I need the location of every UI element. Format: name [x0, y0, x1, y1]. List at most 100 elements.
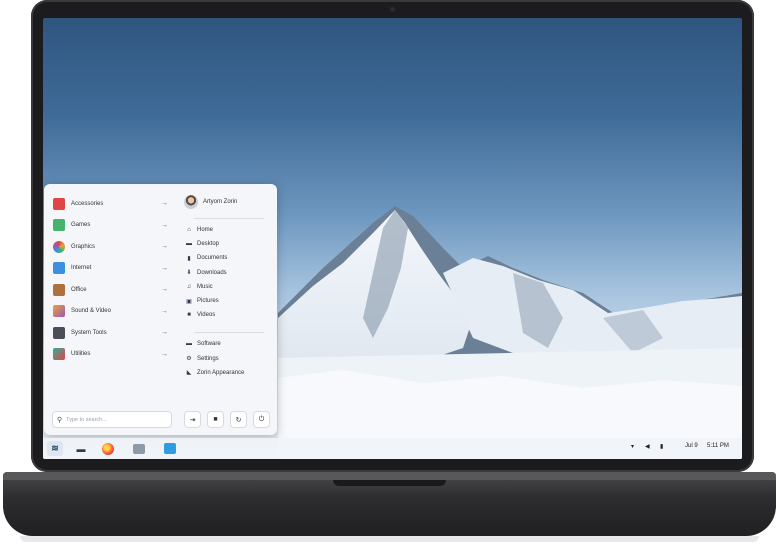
logout-button[interactable]: ⇥	[184, 411, 201, 428]
place-label: Videos	[197, 312, 216, 319]
place-label: Software	[197, 341, 221, 348]
place-label: Settings	[197, 355, 219, 362]
taskbar-files-button[interactable]: ▬	[73, 441, 89, 456]
place-pictures[interactable]: ▣ Pictures	[184, 294, 274, 308]
power-button[interactable]: ⏻	[253, 411, 270, 428]
places-list: Artyom Zorin ⌂ Home ▬ Desktop ▮ Document…	[184, 192, 274, 380]
utilities-icon	[53, 348, 65, 361]
videos-icon: ■	[187, 312, 191, 319]
battery-icon[interactable]: ▮	[660, 443, 663, 450]
clock-time[interactable]: 5:11 PM	[707, 443, 729, 449]
place-label: Zorin Appearance	[197, 369, 245, 376]
category-graphics[interactable]: Graphics →	[53, 236, 168, 258]
system-settings[interactable]: ⚙ Settings	[184, 352, 274, 366]
downloads-icon: ⬇	[186, 270, 192, 277]
logout-icon: ⇥	[189, 416, 196, 424]
place-desktop[interactable]: ▬ Desktop	[184, 237, 274, 251]
taskbar-software-button[interactable]	[162, 441, 178, 456]
laptop-lid: Accessories → Games → Graphics → Interne…	[31, 0, 754, 472]
hinge	[3, 472, 776, 480]
system-zorin-appearance[interactable]: ◣ Zorin Appearance	[184, 366, 274, 380]
category-label: Internet	[71, 265, 92, 272]
zorin-menu: Accessories → Games → Graphics → Interne…	[44, 184, 277, 435]
search-input[interactable]: ⚲ Type to search...	[52, 411, 172, 428]
place-label: Pictures	[197, 298, 219, 305]
category-games[interactable]: Games →	[53, 215, 168, 237]
arrow-right-icon: →	[161, 221, 168, 229]
home-icon: ⌂	[187, 227, 191, 234]
category-label: Sound & Video	[71, 308, 111, 315]
category-label: Utilities	[71, 351, 91, 358]
lock-button[interactable]: ■	[207, 411, 224, 428]
system-tools-icon	[53, 326, 65, 339]
pictures-icon: ▣	[186, 298, 192, 305]
place-music[interactable]: ♫ Music	[184, 280, 274, 294]
arrow-right-icon: →	[161, 264, 168, 272]
arrow-right-icon: →	[161, 307, 168, 315]
avatar	[184, 195, 198, 209]
settings-icon: ⚙	[186, 356, 192, 363]
place-videos[interactable]: ■ Videos	[184, 308, 274, 322]
webcam	[390, 7, 395, 12]
laptop-feet	[20, 536, 759, 542]
category-label: Office	[71, 286, 87, 293]
place-home[interactable]: ⌂ Home	[184, 223, 274, 237]
category-label: Games	[71, 222, 91, 229]
category-utilities[interactable]: Utilities →	[53, 344, 168, 366]
category-label: Graphics	[71, 243, 96, 250]
music-icon: ♫	[186, 283, 192, 290]
appearance-icon: ◣	[186, 370, 192, 377]
internet-icon	[53, 262, 65, 275]
arrow-right-icon: →	[161, 350, 168, 358]
power-icon: ⏻	[258, 415, 265, 423]
search-icon: ⚲	[57, 416, 63, 424]
taskbar: ≋ ▬ ▾ ◀ ▮ Jul 9 5:11 PM	[43, 438, 742, 459]
category-accessories[interactable]: Accessories →	[53, 193, 168, 215]
zorin-menu-button[interactable]: ≋	[47, 441, 63, 456]
category-sound-video[interactable]: Sound & Video →	[53, 301, 168, 323]
place-documents[interactable]: ▮ Documents	[184, 251, 274, 265]
laptop-base	[3, 472, 776, 536]
folder-icon	[133, 443, 145, 454]
place-downloads[interactable]: ⬇ Downloads	[184, 266, 274, 280]
user-account[interactable]: Artyom Zorin	[184, 192, 274, 212]
documents-icon: ▮	[187, 255, 191, 262]
trackpad-notch	[333, 480, 446, 486]
arrow-right-icon: →	[161, 329, 168, 337]
graphics-icon	[53, 240, 65, 253]
divider	[194, 218, 264, 219]
taskbar-firefox-button[interactable]	[100, 441, 116, 456]
place-label: Documents	[197, 255, 228, 262]
clock-date[interactable]: Jul 9	[685, 443, 698, 449]
divider	[194, 332, 264, 334]
games-icon	[53, 219, 65, 232]
window-icon: ▬	[76, 443, 86, 454]
user-name: Artyom Zorin	[203, 199, 238, 205]
category-office[interactable]: Office →	[53, 279, 168, 301]
system-software[interactable]: ▬ Software	[184, 337, 274, 351]
search-placeholder: Type to search...	[66, 416, 107, 423]
category-label: Accessories	[71, 200, 104, 207]
category-system-tools[interactable]: System Tools →	[53, 322, 168, 344]
office-icon	[53, 283, 65, 296]
category-list: Accessories → Games → Graphics → Interne…	[53, 193, 168, 365]
software-store-icon	[164, 443, 176, 454]
desktop-icon: ▬	[186, 241, 192, 248]
arrow-right-icon: →	[161, 286, 168, 294]
place-label: Desktop	[197, 241, 220, 248]
taskbar-file-manager-button[interactable]	[131, 441, 147, 456]
software-icon: ▬	[186, 341, 192, 348]
restart-button[interactable]: ↻	[230, 411, 247, 428]
zorin-logo-icon: ≋	[51, 443, 59, 453]
accessories-icon	[53, 197, 65, 210]
place-label: Home	[197, 227, 214, 234]
sound-video-icon	[53, 305, 65, 318]
wifi-icon[interactable]: ▾	[631, 443, 634, 450]
arrow-right-icon: →	[161, 200, 168, 208]
lock-icon: ■	[213, 416, 218, 423]
volume-icon[interactable]: ◀	[645, 443, 650, 450]
arrow-right-icon: →	[161, 243, 168, 251]
place-label: Downloads	[197, 269, 227, 276]
desktop-screen: Accessories → Games → Graphics → Interne…	[43, 18, 742, 459]
category-internet[interactable]: Internet →	[53, 258, 168, 280]
